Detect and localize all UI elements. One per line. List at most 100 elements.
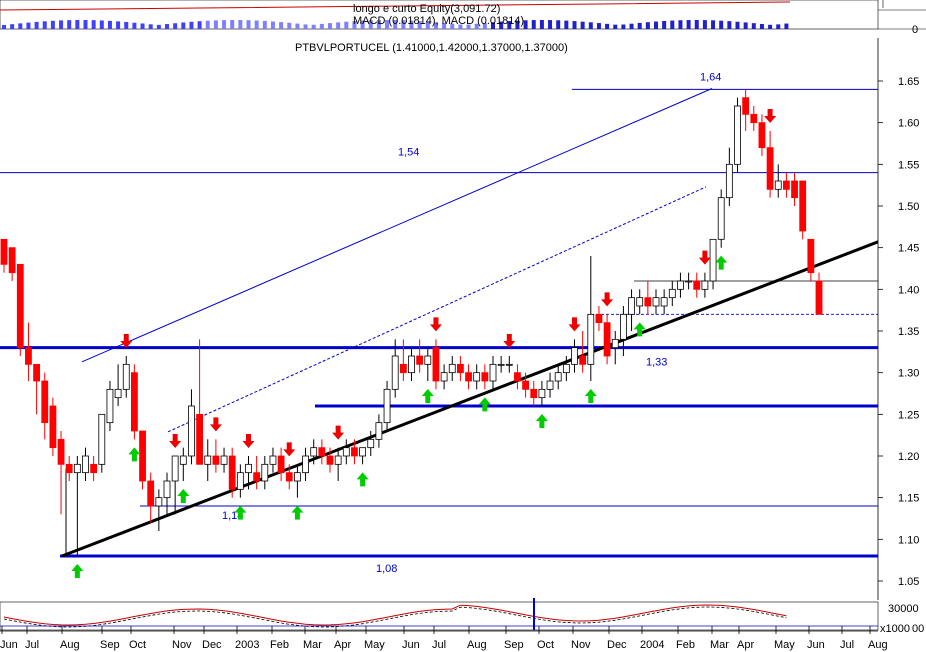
equity-bar — [605, 23, 610, 29]
price-axis: 1.05 1.10 1.15 1.20 1.25 1.30 1.35 1.40 1.45 1.50… — [878, 76, 919, 588]
candle — [725, 147, 733, 206]
price-tick-label: 1.50 — [898, 201, 919, 213]
candle-body — [416, 355, 424, 365]
candle — [82, 447, 89, 481]
price-tick-label: 1.55 — [898, 159, 919, 171]
equity-bar — [254, 20, 259, 29]
candle — [33, 363, 40, 415]
candle — [481, 364, 489, 390]
candle-body — [579, 355, 587, 365]
candle-body — [25, 347, 32, 365]
candle-body — [114, 388, 122, 399]
candle — [90, 456, 98, 481]
candle — [130, 364, 138, 440]
candle — [155, 489, 163, 531]
sell-arrow-icon — [242, 434, 255, 448]
candle-body — [701, 280, 709, 290]
equity-bar — [165, 24, 169, 29]
candle-body — [147, 480, 155, 507]
equity-bar — [556, 20, 561, 29]
candle — [440, 364, 448, 390]
candle-body — [497, 363, 505, 366]
candle — [603, 314, 611, 365]
equity-bar — [596, 23, 601, 29]
price-tick-label: 1.05 — [898, 576, 919, 588]
time-label: Jul — [840, 639, 854, 651]
candle — [73, 456, 81, 556]
equity-bar — [328, 23, 332, 29]
candle — [147, 472, 155, 523]
candle-body — [693, 280, 701, 290]
candle-body — [465, 372, 472, 382]
candle — [456, 356, 464, 381]
equity-bar — [613, 24, 618, 29]
equity-bar — [222, 20, 227, 29]
buy-arrow-icon — [421, 389, 434, 403]
equity-label: longo e curto Equity(3,091.72) — [353, 3, 500, 15]
time-label: Oct — [537, 639, 554, 651]
candle — [734, 97, 741, 173]
candle-body — [16, 263, 24, 349]
candle — [595, 306, 603, 331]
time-label: Nov — [172, 639, 192, 651]
candle-body — [620, 313, 627, 340]
candle-body — [253, 472, 261, 482]
equity-bar — [34, 21, 39, 29]
candle — [693, 272, 701, 298]
candle-body — [473, 372, 481, 382]
candle-body — [8, 247, 16, 274]
candle-body — [677, 280, 684, 290]
candle-body — [318, 447, 326, 457]
equity-bar — [230, 20, 235, 29]
time-label: Jun — [402, 639, 420, 651]
equity-bar — [26, 22, 31, 29]
candle-body — [571, 347, 578, 365]
candle-body — [530, 388, 538, 399]
candle — [497, 356, 505, 373]
equity-bar — [564, 20, 569, 29]
candle-body — [742, 97, 750, 115]
oscillator-scale-label: x1000 — [880, 623, 910, 635]
equity-bar — [42, 21, 47, 29]
candle-body — [73, 463, 81, 474]
candle — [644, 281, 652, 315]
candle-body — [90, 463, 98, 474]
equity-bar — [711, 20, 716, 29]
candle-body — [65, 463, 73, 474]
candle-body — [130, 372, 138, 432]
time-label: 2003 — [235, 639, 259, 651]
candle — [114, 364, 122, 406]
candle — [65, 456, 73, 481]
candle — [8, 247, 16, 281]
macd-label: MACD (0.01814), MACD (0.01814) — [353, 15, 524, 27]
candle-body — [750, 113, 758, 124]
candle-body — [220, 455, 228, 465]
candle — [791, 172, 798, 206]
candle — [49, 397, 57, 456]
candle-body — [367, 438, 375, 449]
candle-body — [546, 380, 554, 390]
time-label: Apr — [334, 639, 351, 651]
candle-body — [139, 430, 146, 482]
equity-bar — [621, 24, 626, 29]
candle — [98, 413, 106, 473]
candle-body — [302, 455, 309, 474]
macd-zero-label: 0 — [912, 24, 918, 36]
candle — [399, 339, 407, 381]
candle — [807, 238, 815, 281]
equity-panel: longo e curto Equity(3,091.72) MACD (0.0… — [0, 0, 926, 36]
candle-body — [277, 455, 285, 474]
buy-arrow-icon — [478, 397, 491, 412]
equity-bar — [784, 23, 789, 29]
candle-body — [0, 238, 8, 265]
time-label: Feb — [270, 639, 289, 651]
candle — [538, 381, 546, 406]
candle-body — [293, 472, 301, 482]
candle — [41, 372, 49, 440]
candle — [514, 364, 521, 390]
equity-bar — [18, 23, 23, 29]
candle-body — [807, 238, 815, 274]
sell-arrow-icon — [568, 317, 581, 332]
price-panel: 1.05 1.10 1.15 1.20 1.25 1.30 1.35 1.40 1.45 1.50… — [0, 38, 919, 600]
candle-body — [505, 363, 513, 366]
